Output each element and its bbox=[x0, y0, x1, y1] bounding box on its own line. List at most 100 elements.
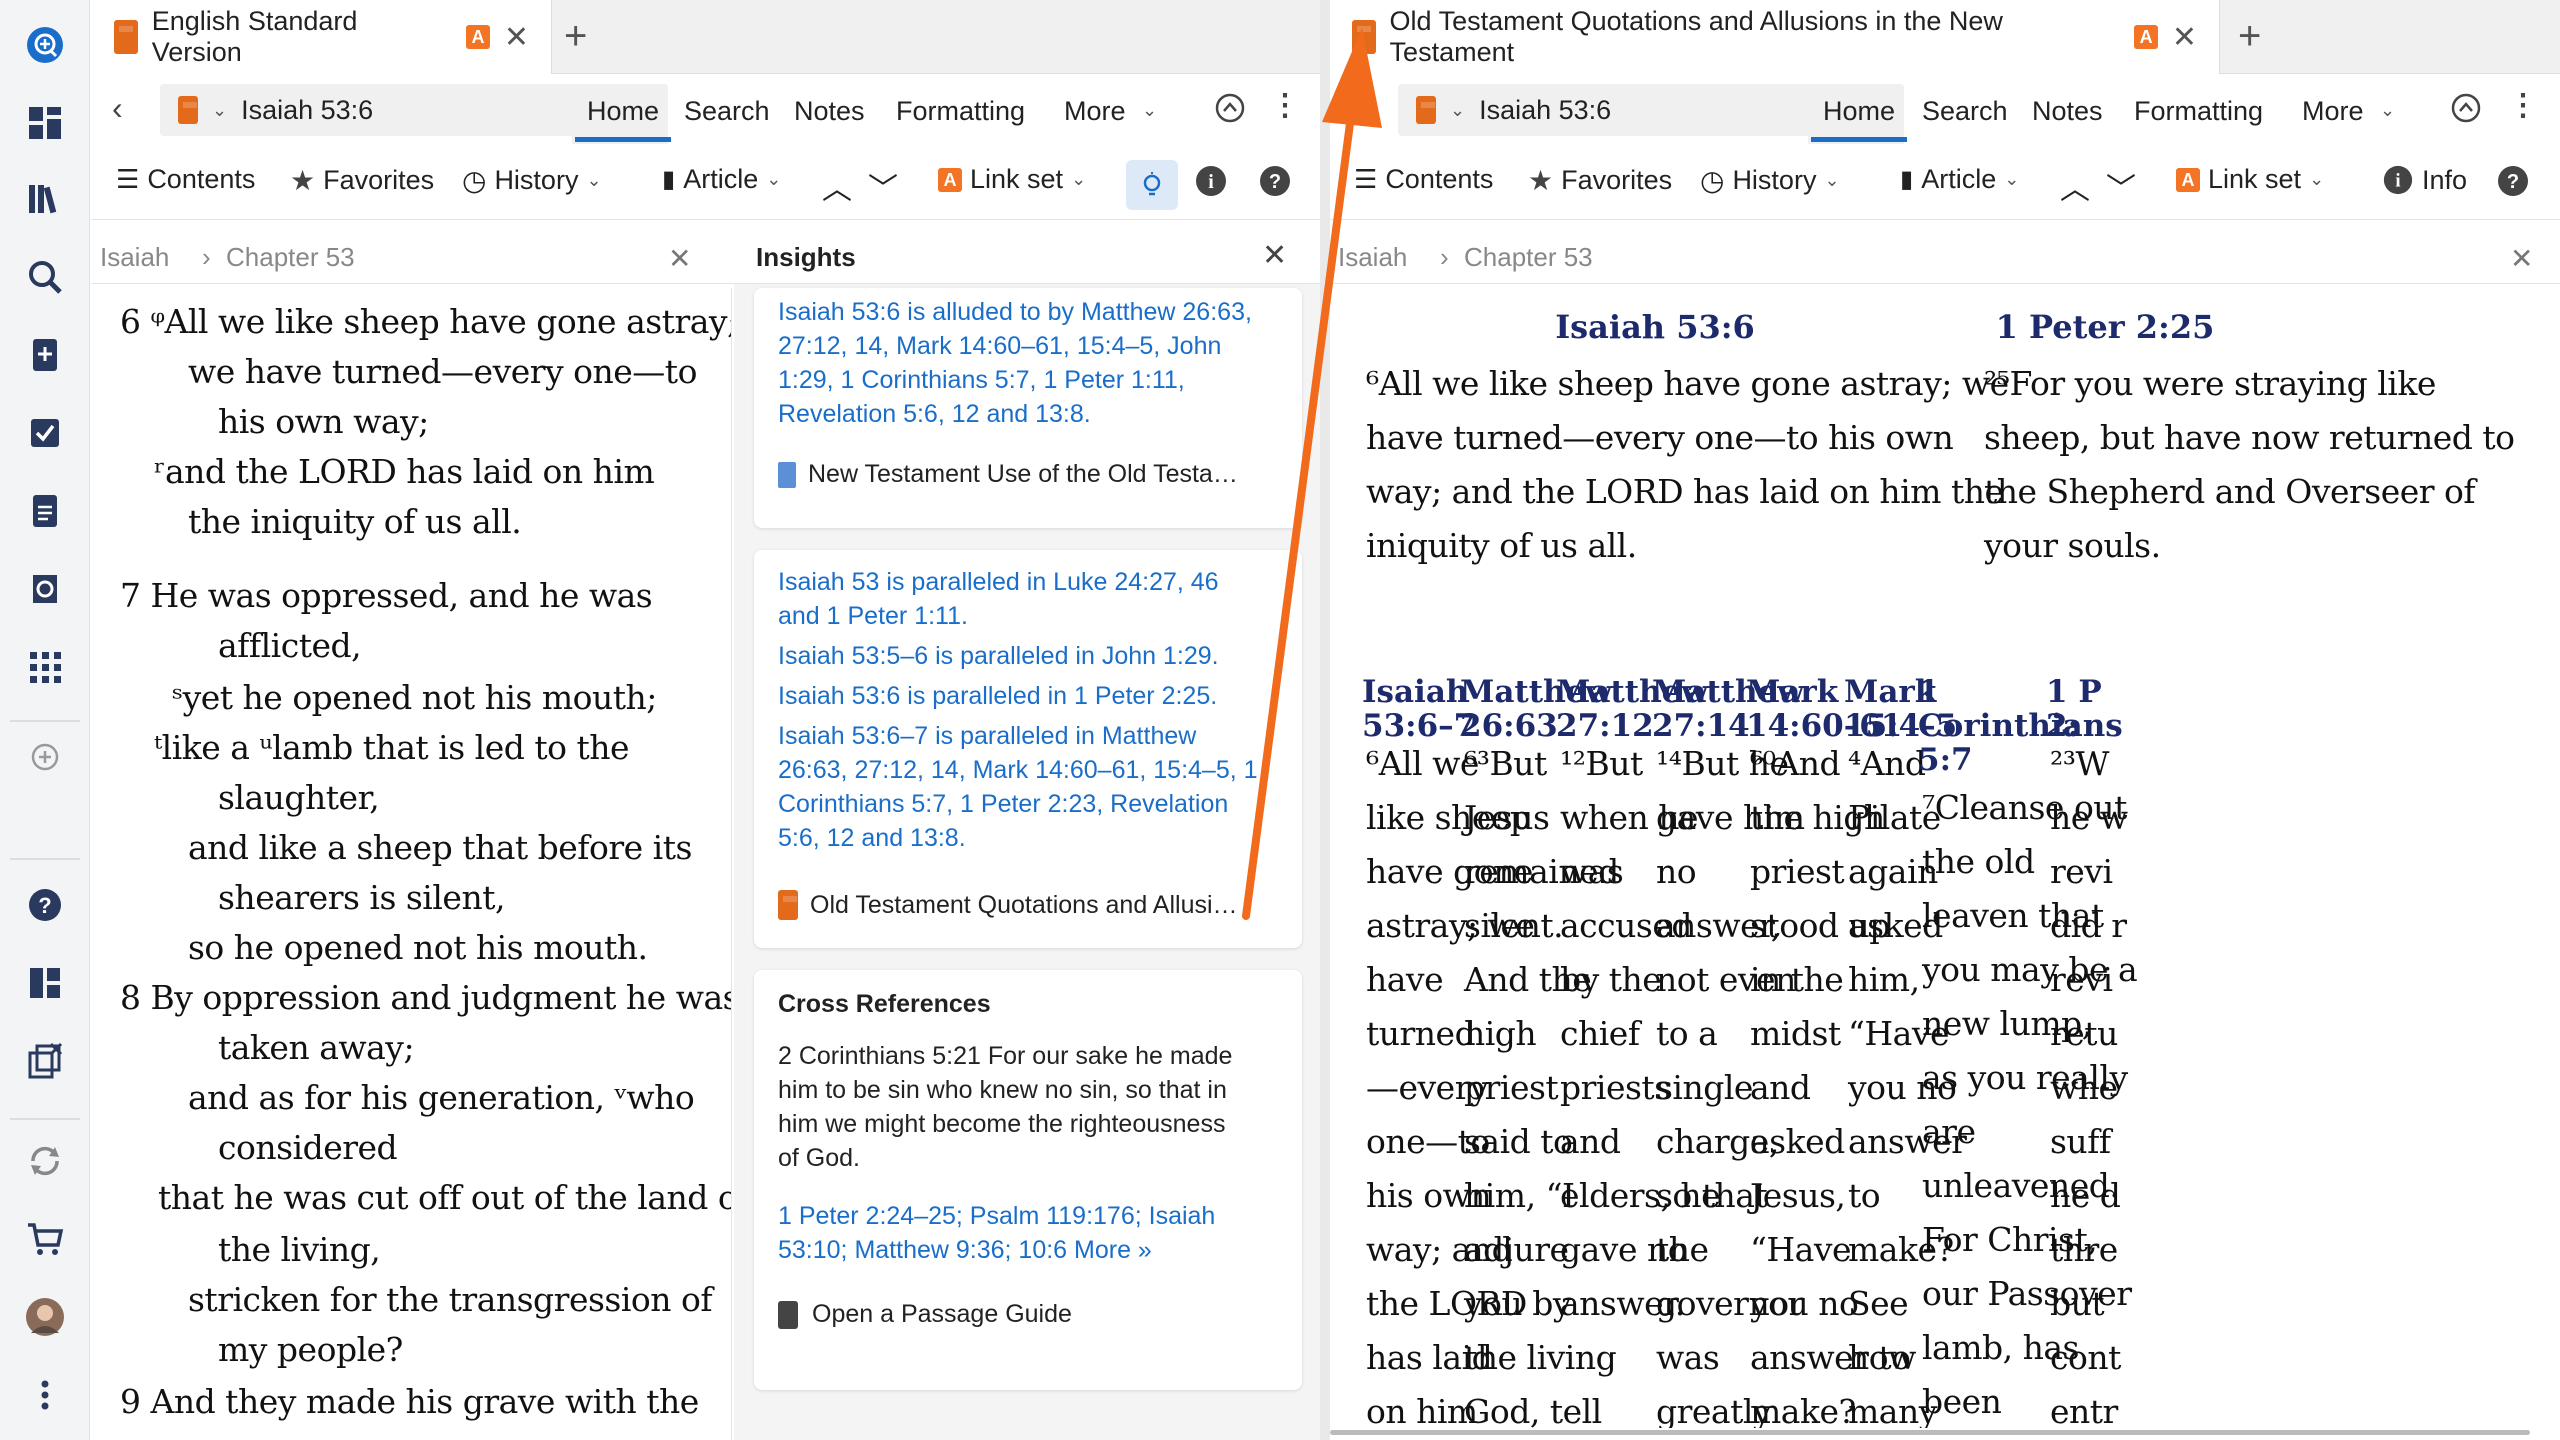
close-tab-icon[interactable]: ✕ bbox=[2172, 20, 2197, 55]
back-icon[interactable]: ‹ bbox=[112, 90, 123, 127]
history-button[interactable]: ◷ History ⌄ bbox=[1700, 164, 1840, 197]
info-icon[interactable]: i bbox=[1194, 164, 1228, 203]
guide-icon[interactable] bbox=[20, 564, 70, 614]
reference-input[interactable]: Isaiah 53:6 bbox=[241, 95, 373, 126]
info-button[interactable]: i Info bbox=[2382, 164, 2467, 196]
insight-line[interactable]: Isaiah 53:6 is paralleled in 1 Peter 2:2… bbox=[778, 682, 1217, 711]
insight-line[interactable]: Isaiah 53:6–7 is paralleled in Matthew bbox=[778, 722, 1196, 751]
breadcrumb-book[interactable]: Isaiah bbox=[1338, 242, 1407, 273]
column-heading[interactable]: 1 P bbox=[2046, 674, 2102, 710]
checklist-icon[interactable] bbox=[20, 408, 70, 458]
close-panels-icon[interactable] bbox=[20, 1036, 70, 1086]
insights-toggle-icon[interactable] bbox=[1126, 160, 1178, 210]
collapse-icon[interactable] bbox=[1214, 92, 1246, 129]
column-heading[interactable]: Isaiah bbox=[1362, 674, 1468, 710]
sync-icon[interactable] bbox=[20, 1136, 70, 1186]
contents-button[interactable]: ☰ Contents bbox=[116, 164, 255, 195]
tab-search[interactable]: Search bbox=[672, 86, 782, 137]
collapse-icon[interactable] bbox=[2450, 92, 2482, 129]
cross-reference-line[interactable]: 2 Corinthians 5:21 For our sake he made bbox=[778, 1042, 1232, 1071]
favorites-button[interactable]: ★ Favorites bbox=[290, 164, 434, 197]
column-heading[interactable]: Corinthians bbox=[1918, 708, 2123, 744]
tab-notes[interactable]: Notes bbox=[782, 86, 877, 137]
horizontal-scrollbar[interactable] bbox=[1330, 1428, 2560, 1438]
column-heading[interactable]: 26:63 bbox=[1460, 708, 1558, 744]
add-shortcut-icon[interactable] bbox=[20, 732, 70, 782]
new-tab-icon[interactable]: + bbox=[2238, 14, 2261, 59]
next-article-icon[interactable]: ﹀ bbox=[868, 164, 898, 208]
column-heading[interactable]: 53:6–7 bbox=[1362, 708, 1475, 744]
tab-search[interactable]: Search bbox=[1910, 86, 2020, 137]
insight-line[interactable]: 1:29, 1 Corinthians 5:7, 1 Peter 1:11, bbox=[778, 366, 1185, 395]
help-icon[interactable]: ? bbox=[2496, 164, 2530, 203]
linkset-button[interactable]: A Link set ⌄ bbox=[2176, 164, 2324, 195]
previous-article-icon[interactable]: ︿ bbox=[2060, 164, 2090, 208]
cross-reference-line[interactable]: 1 Peter 2:24–25; Psalm 119:176; Isaiah bbox=[778, 1202, 1215, 1231]
breadcrumb-chapter[interactable]: Chapter 53 bbox=[1464, 242, 1593, 273]
tab-home[interactable]: Home bbox=[1811, 86, 1908, 142]
column-heading[interactable]: 5:7 bbox=[1918, 742, 1973, 778]
add-document-icon[interactable] bbox=[20, 330, 70, 380]
contents-button[interactable]: ☰ Contents bbox=[1354, 164, 1493, 195]
article-button[interactable]: ▮ Article ⌄ bbox=[1900, 164, 2019, 195]
linkset-button[interactable]: A Link set ⌄ bbox=[938, 164, 1086, 195]
layouts-icon[interactable] bbox=[20, 958, 70, 1008]
panel-menu-icon[interactable]: ⋮ bbox=[2508, 88, 2538, 123]
close-breadcrumb-icon[interactable]: ✕ bbox=[2510, 242, 2533, 275]
cross-reference-line[interactable]: 53:10; Matthew 9:36; 10:6 More » bbox=[778, 1236, 1152, 1265]
insight-line[interactable]: Isaiah 53:5–6 is paralleled in John 1:29… bbox=[778, 642, 1219, 671]
insight-line[interactable]: 27:12, 14, Mark 14:60–61, 15:4–5, John bbox=[778, 332, 1221, 361]
insight-card[interactable]: Isaiah 53:6 is alluded to by Matthew 26:… bbox=[754, 288, 1302, 528]
column-heading[interactable]: Mark bbox=[1746, 674, 1838, 710]
insight-line[interactable]: Revelation 5:6, 12 and 13:8. bbox=[778, 400, 1091, 429]
previous-article-icon[interactable]: ︿ bbox=[822, 164, 852, 208]
apps-grid-icon[interactable] bbox=[20, 642, 70, 692]
insight-line[interactable]: and 1 Peter 1:11. bbox=[778, 602, 968, 631]
breadcrumb-chapter[interactable]: Chapter 53 bbox=[226, 242, 355, 273]
tab-home[interactable]: Home bbox=[575, 86, 672, 142]
panel-divider[interactable] bbox=[1320, 0, 1330, 1440]
dashboard-icon[interactable] bbox=[20, 98, 70, 148]
open-passage-guide-button[interactable]: Open a Passage Guide bbox=[778, 1300, 1072, 1329]
cart-icon[interactable] bbox=[20, 1214, 70, 1264]
tab-formatting[interactable]: Formatting bbox=[2122, 86, 2275, 137]
reference-box[interactable]: ⌄ Isaiah 53:6 bbox=[1398, 84, 1858, 136]
breadcrumb-book[interactable]: Isaiah bbox=[100, 242, 169, 273]
help-icon[interactable]: ? bbox=[1258, 164, 1292, 203]
favorites-button[interactable]: ★ Favorites bbox=[1528, 164, 1672, 197]
help-icon[interactable]: ? bbox=[20, 880, 70, 930]
insight-source[interactable]: New Testament Use of the Old Testa… bbox=[778, 460, 1238, 489]
tab-more[interactable]: More bbox=[1052, 86, 1138, 137]
new-search-icon[interactable] bbox=[20, 20, 70, 70]
history-button[interactable]: ◷ History ⌄ bbox=[462, 164, 602, 197]
reference-input[interactable]: Isaiah 53:6 bbox=[1479, 95, 1611, 126]
library-icon[interactable] bbox=[20, 174, 70, 224]
column-heading[interactable]: 27:14 bbox=[1652, 708, 1750, 744]
new-tab-icon[interactable]: + bbox=[564, 14, 587, 59]
column-heading[interactable]: 1 bbox=[1918, 674, 1940, 710]
tab-esv[interactable]: English Standard Version A ✕ bbox=[92, 0, 552, 74]
insight-line[interactable]: Isaiah 53 is paralleled in Luke 24:27, 4… bbox=[778, 568, 1219, 597]
passage-heading[interactable]: 1 Peter 2:25 bbox=[1900, 308, 2310, 346]
column-heading[interactable]: 2: bbox=[2046, 708, 2079, 744]
tab-ot-quotations[interactable]: Old Testament Quotations and Allusions i… bbox=[1330, 0, 2220, 74]
panel-menu-icon[interactable]: ⋮ bbox=[1270, 88, 1300, 123]
tab-formatting[interactable]: Formatting bbox=[884, 86, 1037, 137]
close-insights-icon[interactable]: ✕ bbox=[1262, 238, 1287, 273]
passage-heading[interactable]: Isaiah 53:6 bbox=[1480, 308, 1830, 346]
insight-source[interactable]: Old Testament Quotations and Allusi… bbox=[778, 890, 1238, 920]
more-vertical-icon[interactable] bbox=[20, 1370, 70, 1420]
document-icon[interactable] bbox=[20, 486, 70, 536]
insight-line[interactable]: 26:63, 27:12, 14, Mark 14:60–61, 15:4–5,… bbox=[778, 756, 1258, 785]
search-icon[interactable] bbox=[20, 252, 70, 302]
close-tab-icon[interactable]: ✕ bbox=[504, 20, 529, 55]
avatar[interactable] bbox=[20, 1292, 70, 1342]
column-heading[interactable]: 27:12 bbox=[1556, 708, 1654, 744]
scrollbar-thumb[interactable] bbox=[1330, 1430, 2530, 1435]
insight-card[interactable]: Isaiah 53 is paralleled in Luke 24:27, 4… bbox=[754, 550, 1302, 948]
tab-more[interactable]: More bbox=[2290, 86, 2376, 137]
tab-notes[interactable]: Notes bbox=[2020, 86, 2115, 137]
next-article-icon[interactable]: ﹀ bbox=[2106, 164, 2136, 208]
article-button[interactable]: ▮ Article ⌄ bbox=[662, 164, 781, 195]
insight-line[interactable]: Isaiah 53:6 is alluded to by Matthew 26:… bbox=[778, 298, 1252, 327]
